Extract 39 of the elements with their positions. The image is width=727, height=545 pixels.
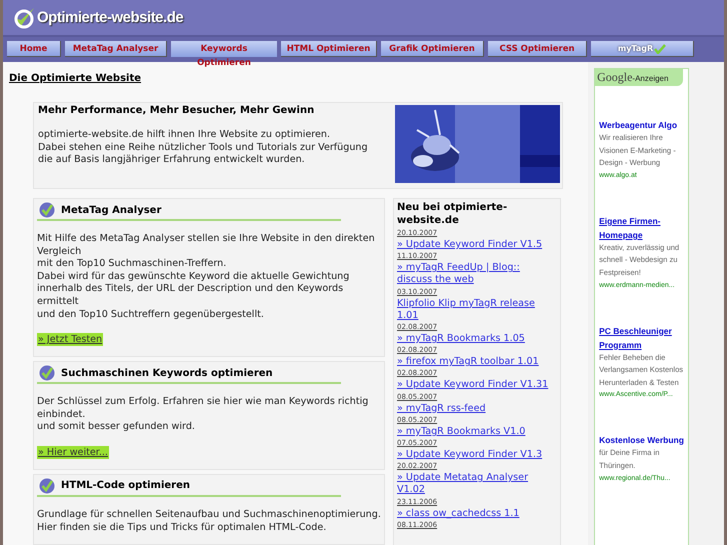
ad-title-link[interactable]: Eigene Firmen-Homepage: [599, 214, 684, 242]
section-title: MetaTag Analyser: [61, 204, 162, 216]
news-link[interactable]: » firefox myTagR toolbar 1.01: [397, 356, 557, 368]
check-icon: [654, 44, 666, 54]
news-title: Neu bei otpimierte-website.de: [397, 201, 508, 227]
news-link[interactable]: » Update Keyword Finder V1.3: [397, 449, 557, 462]
nav-button[interactable]: CSS Optimieren: [488, 41, 587, 57]
news-link[interactable]: » myTagR Bookmarks V1.0: [397, 426, 557, 438]
section-title: HTML-Code optimieren: [61, 480, 190, 492]
page-title: Die Optimierte Website: [9, 72, 142, 86]
news-link[interactable]: » Update Keyword Finder V1.31: [397, 379, 557, 392]
intro-text: optimierte-website.de hilft ihnen Ihre Website zu optimieren. Dabei stehen eine Reihe nützlicher Tools und Tutorials zur Verfügung die auf Basis langjähriger Erfahrung entwickelt wurden.: [38, 129, 368, 167]
section-text: Mit Hilfe des MetaTag Analyser stellen sie Ihre Website in den direkten Vergleich mit den Top10 Suchmaschinen-Treffern. Dabei wird für das gewünschte Keyword die aktuelle Gewichtung innerhalb des Titels, der URL der Description und den Keywords ermittelt und den Top10 Suchtreffern gegenübergestellt.: [37, 233, 376, 322]
ads-label: Google-Anzeigen: [595, 69, 684, 86]
intro-heading: Mehr Performance, Mehr Besucher, Mehr Gewinn: [38, 104, 316, 118]
news-link[interactable]: » class ow_cachedcss 1.1: [397, 508, 557, 520]
more-link[interactable]: » Jetzt Testen: [37, 333, 104, 346]
news-link[interactable]: » myTagR FeedUp | Blog:: discuss the web: [397, 262, 557, 287]
section-title: Suchmaschinen Keywords optimieren: [61, 368, 273, 379]
ad-title-link[interactable]: Kostenlose Werbung: [599, 433, 684, 448]
ad-title-link[interactable]: Werbeagentur Algo: [599, 118, 684, 132]
news-link[interactable]: » myTagR Bookmarks 1.05: [397, 333, 557, 346]
news-link[interactable]: » Update Keyword Finder V1.5: [397, 239, 557, 252]
section-text: Grundlage für schnellen Seitenaufbau und Suchmaschinenoptimierung. Hier finden sie die Tips und Tricks für optimalen HTML-Code.: [37, 508, 381, 534]
site-logo-text[interactable]: Optimierte-website.de: [37, 9, 184, 26]
nav-button[interactable]: MetaTag Analyser: [65, 41, 167, 57]
check-icon: [39, 478, 55, 494]
more-link[interactable]: » Hier weiter...: [37, 446, 109, 459]
news-link[interactable]: » myTagR rss-feed: [397, 402, 557, 415]
ad-title-link[interactable]: PC Beschleuniger Programm: [599, 324, 684, 352]
nav-button[interactable]: HTML Optimieren: [281, 41, 377, 57]
news-link[interactable]: » Update Metatag Analyser V1.02: [397, 472, 557, 497]
check-icon: [39, 202, 55, 218]
nav-button[interactable]: Home: [7, 41, 61, 57]
section-text: Der Schlüssel zum Erfolg. Erfahren sie hier wie man Keywords richtig einbindet. und somit besser gefunden wird.: [37, 396, 370, 434]
check-logo-icon: [13, 6, 35, 30]
nav-button[interactable]: Grafik Optimieren: [381, 41, 484, 57]
news-link[interactable]: Klipfolio Klip myTagR release 1.01: [397, 298, 557, 322]
check-icon: [39, 365, 55, 382]
